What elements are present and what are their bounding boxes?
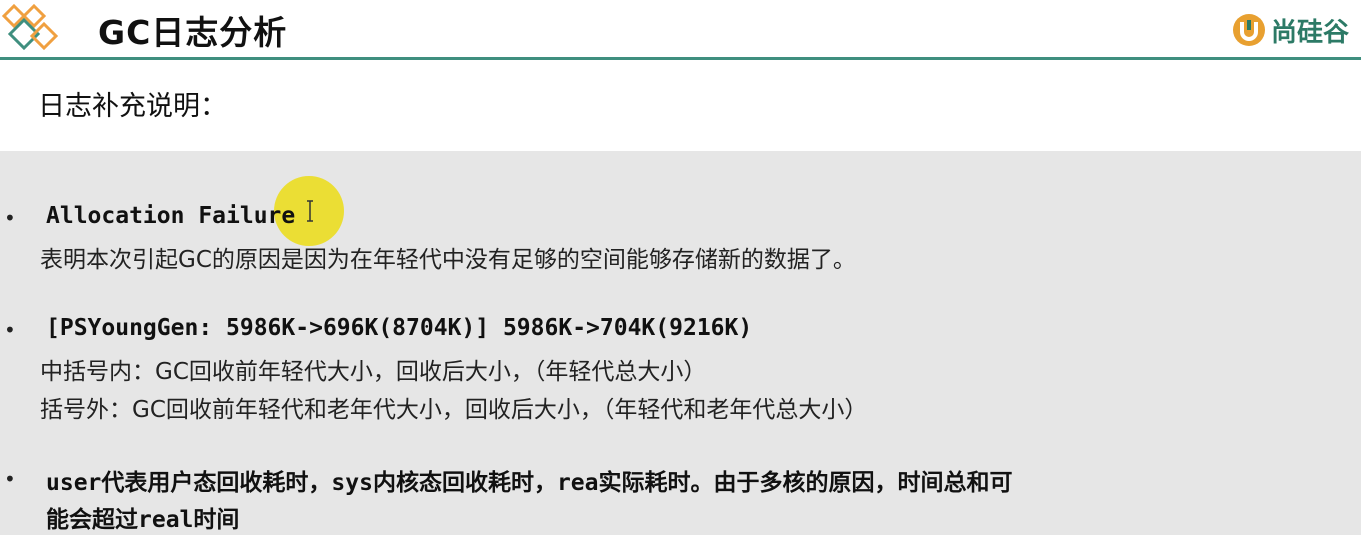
item-desc-outside-brackets: 括号外：GC回收前年轻代和老年代大小，回收后大小，（年轻代和老年代总大小）: [40, 397, 868, 423]
slide: GC日志分析 尚硅谷 日志补充说明： • Allocation Failure …: [0, 0, 1361, 535]
section-subtitle: 日志补充说明：: [38, 91, 227, 122]
item-desc-allocation-failure: 表明本次引起GC的原因是因为在年轻代中没有足够的空间能够存储新的数据了。: [40, 247, 856, 273]
user-keyword: user: [46, 470, 102, 496]
item-heading-allocation-failure: Allocation Failure: [46, 203, 296, 229]
line2-suffix: 时间: [193, 507, 240, 533]
rea-keyword: rea: [556, 470, 599, 496]
user-desc: 代表用户态回收耗时，: [101, 470, 332, 496]
header: GC日志分析 尚硅谷: [0, 0, 1361, 58]
item-times-line1: user代表用户态回收耗时，sys内核态回收耗时，rea实际耗时。由于多核的原因…: [46, 463, 1012, 497]
text-cursor-icon: [307, 200, 313, 222]
rea-desc: 实际耗时。由于多核的原因，时间总和可: [598, 470, 1013, 496]
bullet-marker: •: [4, 206, 16, 230]
bullet-marker: •: [4, 467, 16, 491]
u-logo-icon: [1232, 14, 1265, 46]
sys-keyword: sys: [331, 470, 373, 496]
page-title: GC日志分析: [98, 13, 288, 52]
logo-text: 尚硅谷: [1270, 17, 1349, 48]
line2-prefix: 能会超过: [46, 507, 138, 533]
header-divider: [0, 57, 1361, 60]
real-keyword: real: [138, 507, 194, 533]
item-heading-psyounggen: [PSYoungGen: 5986K->696K(8704K)] 5986K->…: [46, 315, 753, 341]
brand-logo: 尚硅谷: [1231, 10, 1349, 50]
item-desc-inside-brackets: 中括号内：GC回收前年轻代大小，回收后大小，（年轻代总大小）: [40, 359, 707, 385]
item-times-line2: 能会超过real时间: [46, 500, 239, 534]
sys-desc: 内核态回收耗时，: [372, 470, 557, 496]
diamonds-icon: [1, 3, 59, 51]
bullet-marker: •: [4, 318, 16, 342]
